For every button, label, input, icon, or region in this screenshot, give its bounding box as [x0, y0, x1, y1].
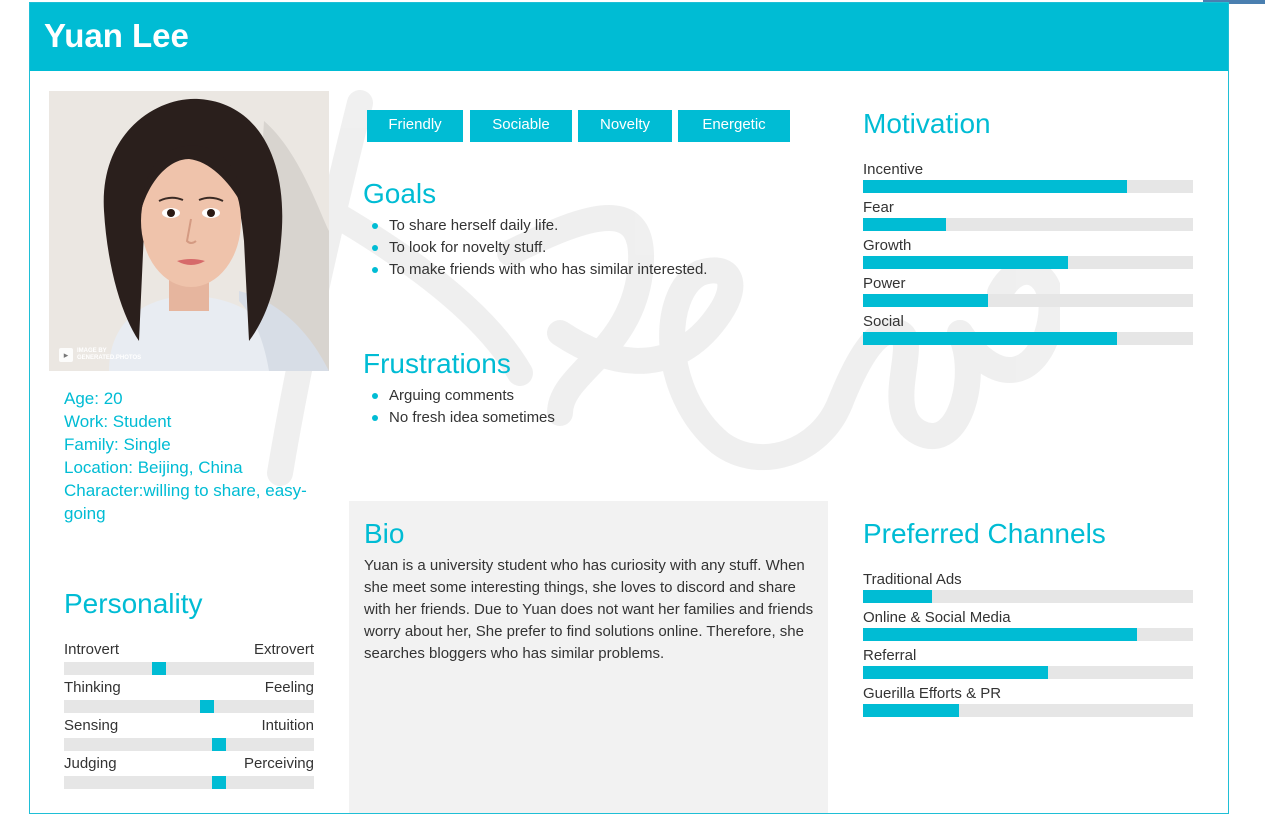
motivation-bar-track [863, 256, 1193, 269]
motivation-bars: Incentive Fear Growth Power Social [863, 160, 1193, 350]
channel-bar-label: Referral [863, 647, 917, 664]
personality-marker [199, 700, 214, 713]
channel-bar-label: Traditional Ads [863, 571, 962, 588]
tag-friendly: Friendly [367, 110, 463, 142]
personality-right-label: Extrovert [253, 641, 314, 658]
channel-bar-fill [863, 666, 1048, 679]
motivation-bar-fill [863, 218, 946, 231]
frustrations-title: Frustrations [363, 348, 511, 379]
personality-marker [152, 662, 166, 675]
motivation-bar-label: Social [863, 313, 904, 330]
personality-scale-row: Thinking Feeling [64, 678, 314, 716]
demographic-age: Age: 20 [64, 389, 123, 408]
personality-right-label: Perceiving [243, 755, 314, 772]
bio-panel: Bio Yuan is a university student who has… [349, 501, 828, 813]
persona-header: Yuan Lee [30, 3, 1228, 71]
motivation-bar-label: Incentive [863, 161, 924, 178]
channel-bar-track [863, 666, 1193, 679]
photo-credit-line1: IMAGE BY [77, 348, 107, 354]
channel-bar-track [863, 628, 1193, 641]
personality-track [64, 700, 314, 713]
demographic-character: Character:willing to share, easy- [64, 481, 307, 500]
personality-title: Personality [64, 588, 203, 619]
personality-track [64, 662, 314, 675]
channel-bar-track [863, 590, 1193, 603]
motivation-bar-row: Social [863, 312, 1193, 350]
motivation-bar-fill [863, 180, 1127, 193]
personality-left-label: Thinking [64, 679, 121, 696]
motivation-title: Motivation [863, 108, 991, 139]
demographic-family: Family: Single [64, 435, 171, 454]
motivation-bar-track [863, 332, 1193, 345]
personality-track [64, 776, 314, 789]
photo-credit: IMAGE BY GENERATED.PHOTOS [77, 348, 141, 362]
channel-bar-row: Online & Social Media [863, 608, 1193, 646]
motivation-bar-fill [863, 332, 1118, 345]
motivation-bar-fill [863, 294, 989, 307]
persona-card: Yuan Lee ▸ IMAGE BY GENERATED.PHOTOS Age… [29, 2, 1229, 814]
motivation-bar-label: Growth [863, 237, 912, 254]
tag-novelty: Novelty [578, 110, 672, 142]
channel-bar-fill [863, 590, 933, 603]
personality-right-label: Feeling [264, 679, 314, 696]
personality-scale-row: Judging Perceiving [64, 754, 314, 792]
demographic-character-cont: going [64, 504, 106, 523]
goals-list: To share herself daily life. To look for… [367, 215, 837, 281]
personality-left-label: Sensing [64, 717, 119, 734]
motivation-bar-row: Fear [863, 198, 1193, 236]
personality-marker [212, 738, 226, 751]
channel-bar-label: Online & Social Media [863, 609, 1011, 626]
motivation-bar-track [863, 294, 1193, 307]
channel-bar-fill [863, 704, 959, 717]
channel-bars: Traditional Ads Online & Social Media Refe… [863, 570, 1193, 722]
persona-name: Yuan Lee [44, 17, 189, 54]
channel-bar-label: Guerilla Efforts & PR [863, 685, 1002, 702]
goal-item: To look for novelty stuff. [367, 237, 837, 259]
tag-energetic: Energetic [678, 110, 790, 142]
personality-scale-row: Sensing Intuition [64, 716, 314, 754]
channel-bar-track [863, 704, 1193, 717]
channels-title: Preferred Channels [863, 518, 1106, 549]
goals-title: Goals [363, 178, 437, 209]
frustration-item: Arguing comments [367, 385, 837, 407]
frustrations-list: Arguing comments No fresh idea sometimes [367, 385, 837, 429]
motivation-bar-row: Growth [863, 236, 1193, 274]
frustration-item: No fresh idea sometimes [367, 407, 837, 429]
portrait-illustration [49, 91, 329, 371]
demographics: Age: 20 Work: Student Family: Single Loc… [64, 387, 324, 525]
play-icon: ▸ [59, 348, 73, 362]
motivation-bar-label: Fear [863, 199, 894, 216]
demographic-location: Location: Beijing, China [64, 458, 243, 477]
motivation-bar-track [863, 180, 1193, 193]
motivation-bar-label: Power [863, 275, 906, 292]
motivation-bar-track [863, 218, 1193, 231]
persona-photo: ▸ IMAGE BY GENERATED.PHOTOS [49, 91, 329, 371]
channel-bar-fill [863, 628, 1137, 641]
motivation-bar-fill [863, 256, 1068, 269]
tag-sociable: Sociable [470, 110, 572, 142]
channel-bar-row: Traditional Ads [863, 570, 1193, 608]
personality-left-label: Introvert [64, 641, 120, 658]
personality-marker [212, 776, 226, 789]
photo-credit-line2: GENERATED.PHOTOS [77, 355, 142, 361]
goal-item: To make friends with who has similar int… [367, 259, 837, 281]
personality-scale-row: Introvert Extrovert [64, 640, 314, 678]
personality-track [64, 738, 314, 751]
bio-text: Yuan is a university student who has cur… [364, 557, 814, 662]
personality-left-label: Judging [64, 755, 117, 772]
goal-item: To share herself daily life. [367, 215, 837, 237]
channel-bar-row: Referral [863, 646, 1193, 684]
motivation-bar-row: Power [863, 274, 1193, 312]
personality-right-label: Intuition [261, 717, 314, 734]
demographic-work: Work: Student [64, 412, 172, 431]
bio-title: Bio [364, 518, 405, 549]
channel-bar-row: Guerilla Efforts & PR [863, 684, 1193, 722]
motivation-bar-row: Incentive [863, 160, 1193, 198]
personality-scales: Introvert Extrovert Thinking Feeling Sensing… [64, 640, 314, 792]
